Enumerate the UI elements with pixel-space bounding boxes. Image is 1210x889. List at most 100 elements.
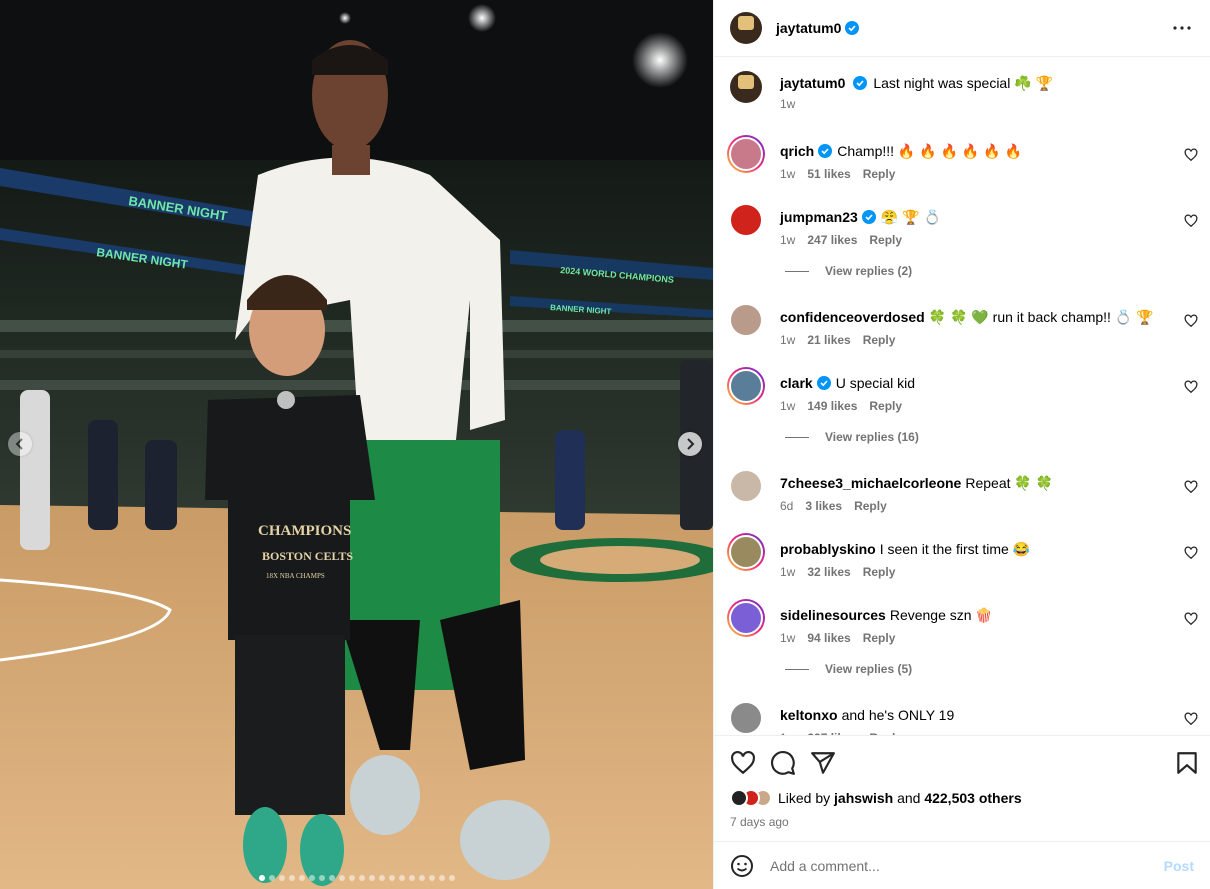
carousel-dot[interactable] bbox=[328, 875, 335, 881]
comment-icon[interactable] bbox=[770, 750, 796, 776]
comment-time[interactable]: 1w bbox=[780, 631, 795, 645]
comment-username[interactable]: jumpman23 bbox=[780, 209, 858, 225]
comment-likes[interactable]: 51 likes bbox=[807, 167, 850, 181]
comment-content: 7cheese3_michaelcorleone Repeat 🍀 🍀 bbox=[780, 474, 1164, 492]
more-options-button[interactable] bbox=[1170, 16, 1194, 40]
comment-text: 🍀 🍀 💚 run it back champ!! 💍 🏆 bbox=[928, 309, 1154, 325]
heart-icon[interactable] bbox=[730, 750, 756, 776]
carousel-dot[interactable] bbox=[348, 875, 355, 881]
comment-text: Champ!!! 🔥 🔥 🔥 🔥 🔥 🔥 bbox=[837, 143, 1022, 159]
carousel-dot[interactable] bbox=[388, 875, 395, 881]
next-slide-button[interactable] bbox=[678, 432, 702, 456]
view-replies-label: View replies (16) bbox=[825, 430, 919, 444]
reply-button[interactable]: Reply bbox=[863, 167, 896, 181]
comment-username[interactable]: clark bbox=[780, 375, 813, 391]
comment-time[interactable]: 6d bbox=[780, 499, 793, 513]
carousel-dot[interactable] bbox=[408, 875, 415, 881]
carousel-dot[interactable] bbox=[288, 875, 295, 881]
previous-slide-button[interactable] bbox=[8, 432, 32, 456]
like-comment-icon[interactable] bbox=[1184, 148, 1198, 162]
comment-username[interactable]: 7cheese3_michaelcorleone bbox=[780, 475, 961, 491]
comment-text: U special kid bbox=[835, 375, 916, 391]
comment-time[interactable]: 1w bbox=[780, 233, 795, 247]
comment-username[interactable]: qrich bbox=[780, 143, 814, 159]
replies-divider bbox=[785, 436, 809, 438]
carousel-dot[interactable] bbox=[308, 875, 315, 881]
post-photo: BANNER NIGHT BANNER NIGHT 2024 WORLD CHA… bbox=[0, 0, 713, 889]
emoji-icon[interactable] bbox=[730, 854, 754, 878]
reply-button[interactable]: Reply bbox=[863, 631, 896, 645]
commenter-avatar[interactable] bbox=[727, 467, 765, 505]
comment-likes[interactable]: 3 likes bbox=[805, 499, 842, 513]
view-replies-button[interactable]: View replies (5) bbox=[785, 662, 912, 676]
comment-content: clark U special kid bbox=[780, 374, 1164, 392]
carousel-dot[interactable] bbox=[358, 875, 365, 881]
carousel-dot[interactable] bbox=[428, 875, 435, 881]
reply-button[interactable]: Reply bbox=[863, 333, 896, 347]
commenter-avatar[interactable] bbox=[727, 699, 765, 735]
like-comment-icon[interactable] bbox=[1184, 380, 1198, 394]
carousel-dot[interactable] bbox=[378, 875, 385, 881]
commenter-avatar[interactable] bbox=[727, 201, 765, 239]
comment-likes[interactable]: 247 likes bbox=[807, 233, 857, 247]
like-comment-icon[interactable] bbox=[1184, 314, 1198, 328]
comment-item: qrich Champ!!! 🔥 🔥 🔥 🔥 🔥 🔥 1w 51 likes Reply bbox=[727, 135, 1210, 181]
like-comment-icon[interactable] bbox=[1184, 480, 1198, 494]
comment-time[interactable]: 1w bbox=[780, 565, 795, 579]
comment-item: 7cheese3_michaelcorleone Repeat 🍀 🍀 6d 3 li… bbox=[727, 467, 1210, 513]
author-avatar[interactable] bbox=[730, 12, 762, 44]
comment-username[interactable]: keltonxo bbox=[780, 707, 838, 723]
reply-button[interactable]: Reply bbox=[854, 499, 887, 513]
likes-summary[interactable]: Liked by jahswish and 422,503 others bbox=[730, 789, 1022, 807]
comment-username[interactable]: confidenceoverdosed bbox=[780, 309, 925, 325]
carousel-dot[interactable] bbox=[318, 875, 325, 881]
comment-meta: 1w 51 likes Reply bbox=[780, 167, 1164, 181]
carousel-dot[interactable] bbox=[438, 875, 445, 881]
commenter-avatar[interactable] bbox=[727, 599, 765, 637]
carousel-dot[interactable] bbox=[368, 875, 375, 881]
commenter-avatar[interactable] bbox=[727, 367, 765, 405]
like-comment-icon[interactable] bbox=[1184, 712, 1198, 726]
like-comment-icon[interactable] bbox=[1184, 546, 1198, 560]
carousel-dot[interactable] bbox=[448, 875, 455, 881]
verified-badge-icon bbox=[853, 76, 868, 90]
commenter-avatar[interactable] bbox=[727, 301, 765, 339]
comment-likes[interactable]: 94 likes bbox=[807, 631, 850, 645]
carousel-dot[interactable] bbox=[338, 875, 345, 881]
carousel-dot[interactable] bbox=[278, 875, 285, 881]
reply-button[interactable]: Reply bbox=[863, 565, 896, 579]
reply-button[interactable]: Reply bbox=[869, 233, 902, 247]
like-comment-icon[interactable] bbox=[1184, 214, 1198, 228]
comment-username[interactable]: sidelinesources bbox=[780, 607, 886, 623]
carousel-dot[interactable] bbox=[298, 875, 305, 881]
carousel-dot[interactable] bbox=[418, 875, 425, 881]
caption-username[interactable]: jaytatum0 bbox=[780, 75, 845, 91]
post-comment-button[interactable]: Post bbox=[1164, 858, 1194, 874]
post-media[interactable]: BANNER NIGHT BANNER NIGHT 2024 WORLD CHA… bbox=[0, 0, 713, 889]
comment-likes[interactable]: 149 likes bbox=[807, 399, 857, 413]
commenter-avatar[interactable] bbox=[727, 135, 765, 173]
comment-time[interactable]: 1w bbox=[780, 167, 795, 181]
comments-list[interactable]: jaytatum0 Last night was special ☘️ 🏆 1w … bbox=[714, 57, 1210, 735]
comment-likes[interactable]: 32 likes bbox=[807, 565, 850, 579]
comment-time[interactable]: 1w bbox=[780, 399, 795, 413]
carousel-dot[interactable] bbox=[258, 875, 265, 881]
commenter-avatar[interactable] bbox=[727, 533, 765, 571]
comment-item: confidenceoverdosed 🍀 🍀 💚 run it back cha… bbox=[727, 301, 1210, 347]
comment-time[interactable]: 1w bbox=[780, 333, 795, 347]
post-timestamp[interactable]: 7 days ago bbox=[730, 815, 789, 829]
carousel-dot[interactable] bbox=[268, 875, 275, 881]
view-replies-button[interactable]: View replies (2) bbox=[785, 264, 912, 278]
comment-username[interactable]: probablyskino bbox=[780, 541, 876, 557]
carousel-dot[interactable] bbox=[398, 875, 405, 881]
caption-author-avatar[interactable] bbox=[730, 71, 762, 103]
like-comment-icon[interactable] bbox=[1184, 612, 1198, 626]
share-icon[interactable] bbox=[810, 750, 836, 776]
view-replies-button[interactable]: View replies (16) bbox=[785, 430, 919, 444]
bookmark-icon[interactable] bbox=[1174, 750, 1200, 776]
shirt-text-3: 18X NBA CHAMPS bbox=[266, 572, 325, 580]
comment-likes[interactable]: 21 likes bbox=[807, 333, 850, 347]
author-username[interactable]: jaytatum0 bbox=[776, 20, 841, 36]
comment-input[interactable] bbox=[770, 857, 1164, 874]
reply-button[interactable]: Reply bbox=[869, 399, 902, 413]
